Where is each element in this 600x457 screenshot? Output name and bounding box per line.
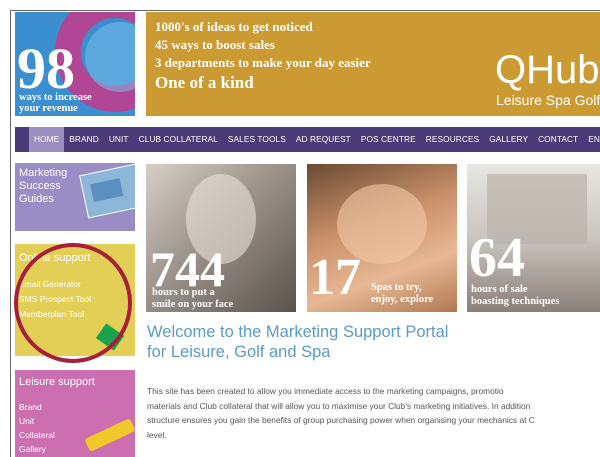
marketing-guides-label: Marketing Success Guides <box>19 167 67 206</box>
sidebar-leisure-support: Leisure support Brand Unit Collateral Ga… <box>15 370 135 457</box>
dumbbell-icon <box>84 418 135 452</box>
highlight-circle <box>14 243 132 363</box>
tile-744-hours[interactable]: 744 hours to put a smile on your face <box>146 164 296 312</box>
nav-item-contact[interactable]: CONTACT <box>533 127 583 152</box>
tile-64-hours[interactable]: 64 hours of sale boasting techniques <box>467 164 600 312</box>
tile-caption: hours to put a smile on your face <box>152 287 233 311</box>
nav-item-resources[interactable]: RESOURCES <box>421 127 484 152</box>
banner-line-3: 3 departments to make your day easier <box>155 55 371 70</box>
header-banner: 1000's of ideas to get noticed 45 ways t… <box>146 12 600 116</box>
banner-line-1: 1000's of ideas to get noticed <box>155 19 313 34</box>
banner-lines: 1000's of ideas to get noticed 45 ways t… <box>155 18 371 94</box>
link-collateral[interactable]: Collateral <box>19 428 55 442</box>
tile-caption-line-1: hours of sale <box>471 284 528 295</box>
link-unit[interactable]: Unit <box>19 414 55 428</box>
page-title: Welcome to the Marketing Support Portal … <box>147 322 448 362</box>
nav-item-pos-centre[interactable]: POS CENTRE <box>356 127 421 152</box>
promo-98-tile[interactable]: 98 ways to increase your revenue <box>15 12 135 116</box>
tile-17-spas[interactable]: 17 Spas to try, enjoy, explore <box>307 164 457 312</box>
promo-caption-line-2: your revenue <box>19 103 78 115</box>
tile-caption-line-2: boasting techniques <box>471 296 560 307</box>
tile-number: 64 <box>469 227 525 289</box>
brochure-image <box>79 163 135 219</box>
nav-item-unit[interactable]: UNIT <box>104 127 134 152</box>
promo-caption: ways to increase your revenue <box>19 92 92 114</box>
tile-caption: hours of sale boasting techniques <box>471 284 559 308</box>
tile-caption-line-2: enjoy, explore <box>371 294 434 305</box>
link-brand[interactable]: Brand <box>19 400 55 414</box>
marketing-line-3: Guides <box>19 193 54 205</box>
marketing-line-1: Marketing <box>19 167 68 179</box>
nav-item-club-collateral[interactable]: CLUB COLLATERAL <box>134 127 223 152</box>
nav-item-gallery[interactable]: GALLERY <box>484 127 533 152</box>
page-title-line-2: for Leisure, Golf and Spa <box>147 343 331 361</box>
tile-caption-line-1: hours to put a <box>152 287 215 298</box>
promo-caption-line-1: ways to increase <box>19 92 92 103</box>
brand-logo[interactable]: QHub <box>495 50 600 90</box>
brand-subtitle: Leisure Spa Golf <box>496 92 600 108</box>
sidebar-marketing-guides[interactable]: Marketing Success Guides <box>15 163 135 231</box>
intro-line-3: structure ensures you gain the benefits … <box>147 415 535 425</box>
main-nav: HOME BRAND UNIT CLUB COLLATERAL SALES TO… <box>15 127 600 152</box>
tile-caption-line-2: smile on your face <box>152 299 234 310</box>
marketing-line-2: Success <box>19 180 61 192</box>
tile-number: 17 <box>309 249 361 306</box>
intro-paragraph: This site has been created to allow you … <box>147 384 600 442</box>
leisure-support-title: Leisure support <box>19 376 95 388</box>
intro-line-1: This site has been created to allow you … <box>147 386 504 396</box>
banner-tagline: One of a kind <box>155 73 254 92</box>
link-gallery[interactable]: Gallery <box>19 442 55 456</box>
nav-item-brand[interactable]: BRAND <box>64 127 104 152</box>
nav-item-home[interactable]: HOME <box>29 127 65 152</box>
page-title-line-1: Welcome to the Marketing Support Portal <box>147 323 449 341</box>
nav-item-enjoy[interactable]: ENJOY <box>583 127 600 152</box>
banner-line-2: 45 ways to boost sales <box>155 37 275 52</box>
intro-line-4: level. <box>147 429 167 440</box>
leisure-support-links: Brand Unit Collateral Gallery <box>19 400 55 456</box>
promo-number: 98 <box>17 36 75 101</box>
nav-item-ad-request[interactable]: AD REQUEST <box>291 127 356 152</box>
tile-caption: Spas to try, enjoy, explore <box>371 282 433 306</box>
nav-item-sales-tools[interactable]: SALES TOOLS <box>223 127 291 152</box>
tile-caption-line-1: Spas to try, <box>371 282 422 293</box>
intro-line-2: materials and Club collateral that will … <box>147 400 531 411</box>
